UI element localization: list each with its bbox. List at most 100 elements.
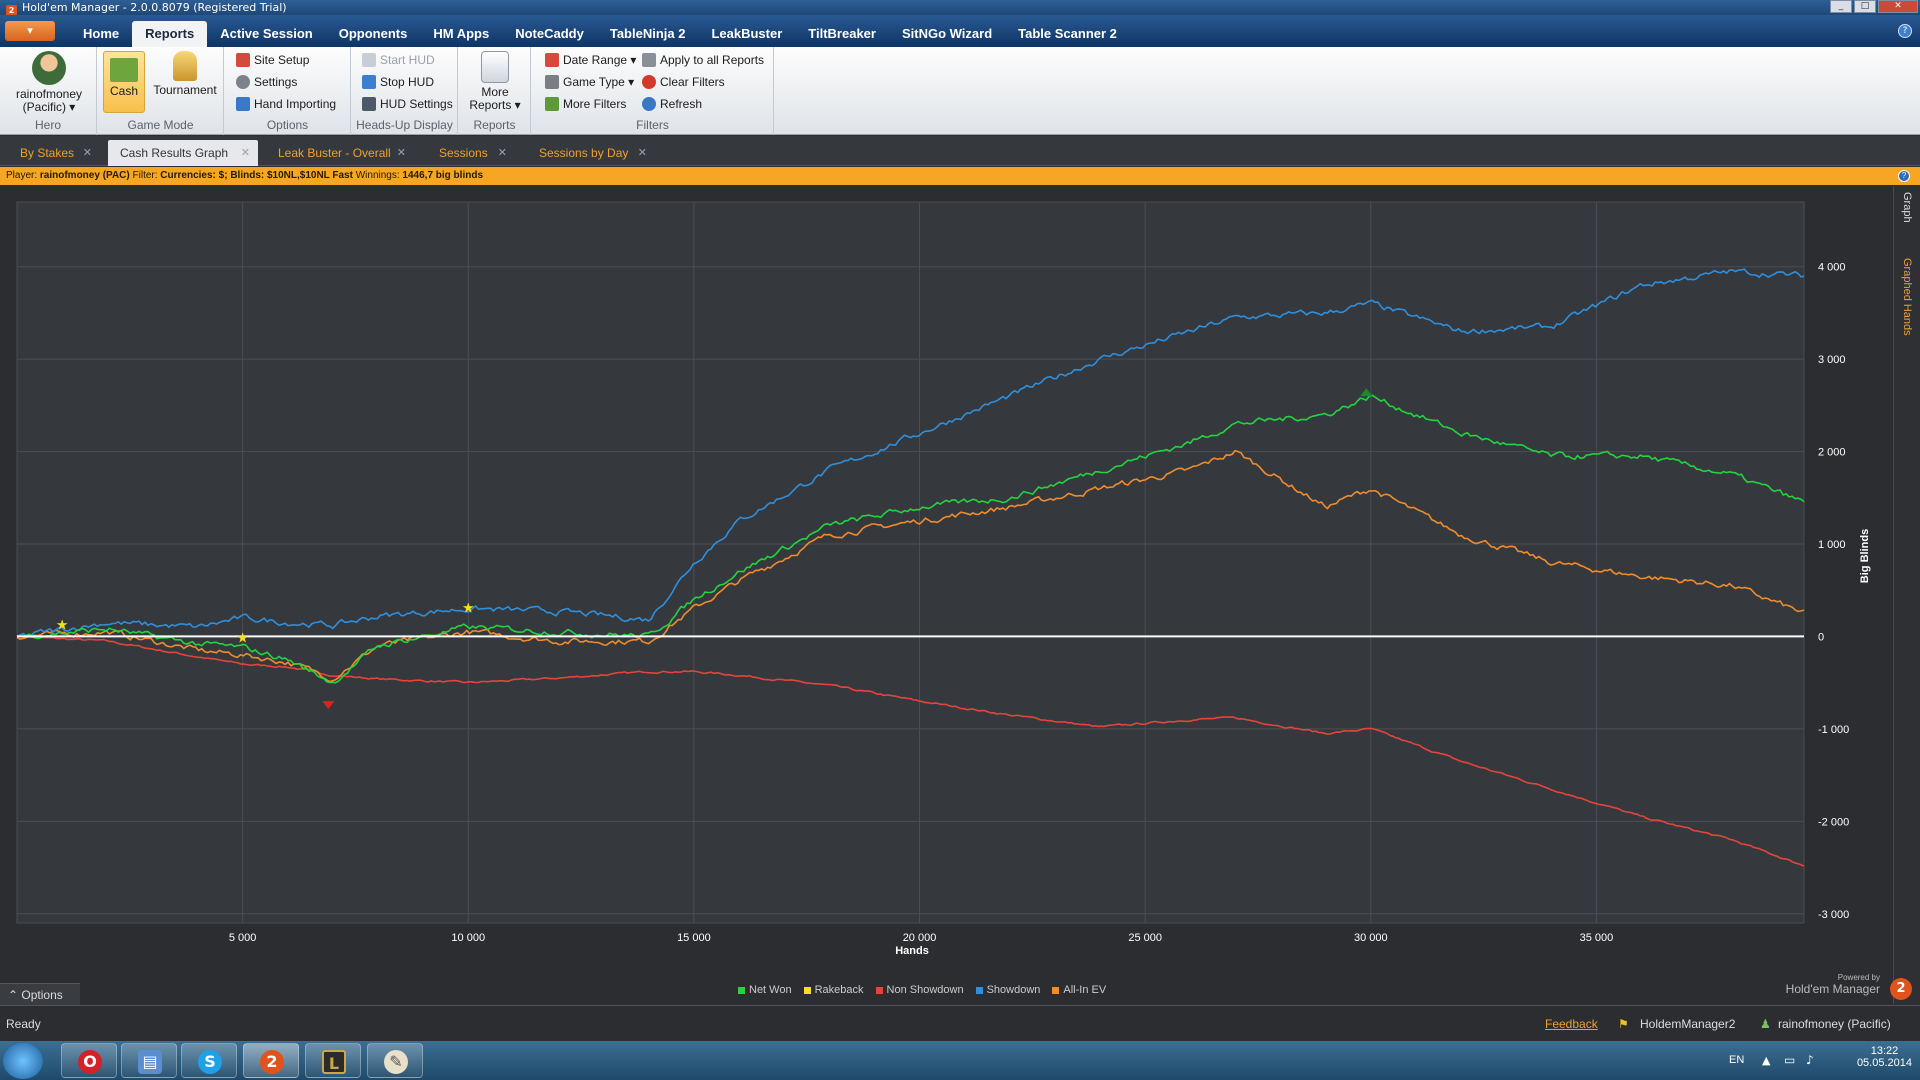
taskbar-league[interactable]: L: [305, 1043, 361, 1078]
date-range-button[interactable]: Date Range ▾: [545, 51, 636, 69]
tab-sessions[interactable]: Sessions ✕: [427, 140, 515, 166]
ribbon-group-hud: Start HUD Stop HUD HUD Settings Heads-Up…: [352, 47, 458, 135]
legend-item[interactable]: Rakeback: [803, 984, 864, 996]
legend-item[interactable]: All-In EV: [1052, 984, 1106, 996]
ribbon-group-hero: rainofmoney (Pacific) ▾ Hero: [0, 47, 97, 135]
skype-icon: S: [198, 1050, 222, 1074]
clear-filters-button[interactable]: Clear Filters: [642, 73, 725, 91]
volume-icon[interactable]: ♪: [1806, 1053, 1814, 1067]
menu-table-scanner-2[interactable]: Table Scanner 2: [1005, 21, 1130, 47]
hm2-logo-icon: 2: [1890, 978, 1912, 1000]
close-button[interactable]: ✕: [1878, 0, 1918, 13]
star-marker[interactable]: ★: [236, 630, 249, 646]
help-icon[interactable]: ?: [1898, 24, 1912, 38]
close-icon[interactable]: ✕: [83, 140, 92, 166]
tray-clock[interactable]: 13:22 05.05.2014: [1857, 1045, 1912, 1069]
hud-settings-button[interactable]: HUD Settings: [362, 95, 453, 113]
legend-item[interactable]: Net Won: [738, 984, 792, 996]
close-icon[interactable]: ✕: [241, 140, 250, 166]
hand-importing-button[interactable]: Hand Importing: [236, 95, 336, 113]
results-graph-svg[interactable]: ★ ★ ★ 5 000 10 000 15 000 20 000 25 000 30 000 3…: [0, 186, 1892, 983]
legend-label: Showdown: [986, 984, 1041, 996]
stop-icon: [362, 75, 376, 89]
side-tab-graphed-hands[interactable]: Graphed Hands: [1901, 258, 1913, 336]
language-indicator[interactable]: EN: [1729, 1054, 1744, 1066]
menu-notecaddy[interactable]: NoteCaddy: [502, 21, 597, 47]
y-tick-label: 2 000: [1818, 447, 1846, 459]
site-setup-label: Site Setup: [254, 53, 310, 67]
maximize-button[interactable]: □: [1854, 0, 1876, 13]
help-icon[interactable]: ?: [1898, 170, 1910, 182]
apply-all-reports-button[interactable]: Apply to all Reports: [642, 51, 764, 69]
x-tick-label: 35 000: [1580, 932, 1614, 944]
tray-expand-icon[interactable]: ▲: [1762, 1054, 1770, 1067]
side-tab-graph[interactable]: Graph: [1901, 192, 1913, 223]
legend-swatch: [975, 986, 983, 994]
star-marker[interactable]: ★: [462, 601, 475, 617]
refresh-button[interactable]: Refresh: [642, 95, 702, 113]
feedback-link[interactable]: Feedback: [1545, 1017, 1598, 1031]
menu-hm-apps[interactable]: HM Apps: [420, 21, 502, 47]
x-tick-label: 15 000: [677, 932, 711, 944]
close-icon[interactable]: ✕: [638, 140, 647, 166]
hand-importing-label: Hand Importing: [254, 97, 337, 111]
game-type-label: Game Type ▾: [563, 75, 635, 89]
menu-tiltbreaker[interactable]: TiltBreaker: [795, 21, 889, 47]
menu-tableninja-2[interactable]: TableNinja 2: [597, 21, 699, 47]
player-value: rainofmoney (PAC): [39, 170, 130, 181]
close-icon[interactable]: ✕: [498, 140, 507, 166]
tab-by-stakes[interactable]: By Stakes ✕: [8, 140, 100, 166]
apply-icon: [642, 53, 656, 67]
stop-hud-label: Stop HUD: [380, 75, 435, 89]
cards-icon: [545, 75, 559, 89]
more-reports-button[interactable]: More Reports ▾: [463, 51, 527, 112]
menu-opponents[interactable]: Opponents: [326, 21, 421, 47]
taskbar-opera[interactable]: O: [61, 1043, 117, 1078]
menu-home[interactable]: Home: [70, 21, 132, 47]
taskbar-paint[interactable]: ✎: [367, 1043, 423, 1078]
cash-button[interactable]: Cash: [103, 51, 145, 113]
site-setup-button[interactable]: Site Setup: [236, 51, 309, 69]
tournament-button[interactable]: Tournament: [148, 51, 222, 97]
settings-label: Settings: [254, 75, 298, 89]
menu-active-session[interactable]: Active Session: [207, 21, 326, 47]
hm2-icon: 2: [260, 1050, 284, 1074]
menu-sitngo-wizard[interactable]: SitNGo Wizard: [889, 21, 1005, 47]
app-menu-button[interactable]: ▾: [5, 21, 55, 41]
tab-leak-buster-overall[interactable]: Leak Buster - Overall ✕: [266, 140, 414, 166]
chart-legend: Net Won Rakeback Non Showdown Showdown All-I…: [738, 984, 1106, 996]
flag-icon[interactable]: ⚑: [1618, 1017, 1629, 1031]
current-user[interactable]: rainofmoney (Pacific): [1778, 1017, 1891, 1031]
legend-swatch: [1052, 986, 1060, 994]
star-marker[interactable]: ★: [56, 617, 69, 633]
hero-selector[interactable]: rainofmoney (Pacific) ▾: [6, 51, 92, 114]
more-reports-label-2: Reports ▾: [469, 98, 521, 112]
results-graph[interactable]: ★ ★ ★ 5 000 10 000 15 000 20 000 25 000 30 000 3…: [0, 186, 1892, 1004]
settings-button[interactable]: Settings: [236, 73, 297, 91]
filter-icon: [545, 97, 559, 111]
close-icon[interactable]: ✕: [397, 140, 406, 166]
import-icon: [236, 97, 250, 111]
taskbar-holdem-manager[interactable]: 2: [243, 1043, 299, 1078]
user-icon: ♟: [1760, 1017, 1771, 1031]
tab-sessions-by-day[interactable]: Sessions by Day ✕: [527, 140, 655, 166]
game-type-button[interactable]: Game Type ▾: [545, 73, 634, 91]
start-hud-button[interactable]: Start HUD: [362, 51, 435, 69]
tab-cash-results-graph[interactable]: Cash Results Graph ✕: [108, 140, 258, 166]
start-button[interactable]: [3, 1043, 43, 1079]
legend-item[interactable]: Showdown: [975, 984, 1041, 996]
report-tabs: By Stakes ✕ Cash Results Graph ✕ Leak Bust…: [0, 136, 1920, 166]
db-name[interactable]: HoldemManager2: [1640, 1017, 1735, 1031]
winnings-value: 1446,7 big blinds: [402, 170, 484, 181]
minimize-button[interactable]: _: [1830, 0, 1852, 13]
menu-reports[interactable]: Reports: [132, 21, 208, 47]
stop-hud-button[interactable]: Stop HUD: [362, 73, 434, 91]
legend-item[interactable]: Non Showdown: [875, 984, 964, 996]
network-icon[interactable]: ▭: [1784, 1053, 1795, 1067]
menu-leakbuster[interactable]: LeakBuster: [698, 21, 795, 47]
options-toggle[interactable]: ⌃ Options: [0, 983, 80, 1005]
more-filters-button[interactable]: More Filters: [545, 95, 626, 113]
taskbar-skype[interactable]: S: [181, 1043, 237, 1078]
x-tick-label: 10 000: [451, 932, 485, 944]
taskbar-explorer[interactable]: ▤: [121, 1043, 177, 1078]
